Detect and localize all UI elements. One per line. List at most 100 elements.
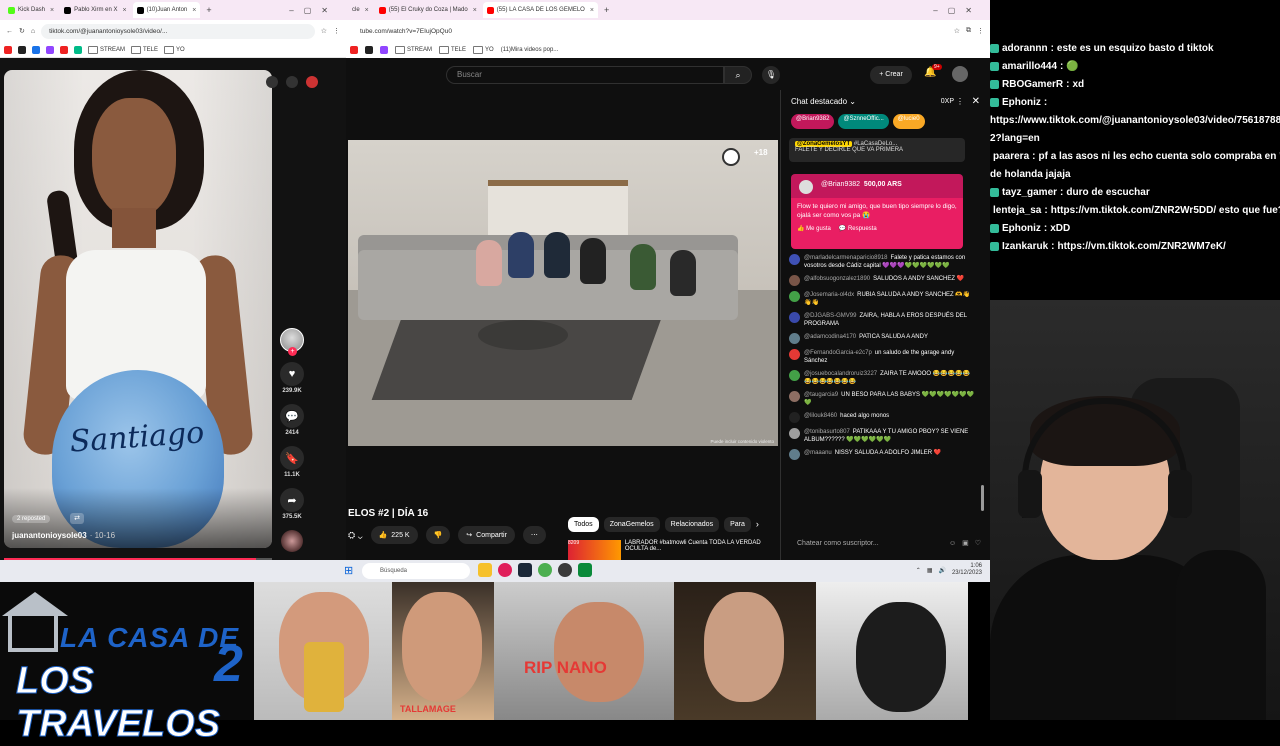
bookmark-folder-stream[interactable]: STREAM — [88, 46, 125, 54]
app-icon[interactable] — [578, 563, 592, 577]
bookmark-icon[interactable] — [74, 45, 82, 54]
tiktok-bookmark-icon[interactable] — [18, 45, 26, 54]
follow-icon[interactable]: + — [288, 347, 297, 356]
windows-start-icon[interactable]: ⊞ — [344, 564, 353, 577]
bookmark-folder-yo[interactable]: YO — [473, 46, 494, 54]
microphone-icon[interactable]: 🎙 — [762, 66, 780, 84]
tab-kick[interactable]: Kick Dash × — [4, 2, 58, 18]
obs-icon[interactable] — [558, 563, 572, 577]
super-chat-icon[interactable]: ▣ — [962, 539, 969, 547]
video-player[interactable]: +18 Puede incluir contenido violento — [348, 140, 778, 446]
chat-message[interactable]: @maaanu NISSY SALUDA A ADOLFO JIMLER ❤️ — [789, 449, 975, 460]
record-icon[interactable] — [306, 76, 318, 88]
network-icon[interactable]: ▦ — [927, 567, 933, 574]
taskbar-clock[interactable]: 1:06 23/12/2023 — [952, 563, 982, 577]
avatar[interactable] — [952, 66, 968, 82]
superchat-like-button[interactable]: 👍 Me gusta — [797, 225, 831, 234]
file-explorer-icon[interactable] — [478, 563, 492, 577]
bookmark-icon[interactable] — [32, 45, 40, 54]
more-button[interactable]: ⋯ — [522, 526, 546, 544]
comment-icon[interactable]: 💬 — [280, 404, 304, 428]
volume-icon[interactable]: 🔊 — [938, 567, 945, 574]
chat-message[interactable]: @taugarcia9 UN BESO PARA LAS BABYS 💚💚💚💚💚💚… — [789, 391, 975, 407]
chat-mode-select[interactable]: Chat destacado ⌄ — [791, 97, 856, 106]
author-avatar[interactable]: + — [280, 328, 304, 356]
window-controls[interactable]: –▢✕ — [289, 6, 346, 15]
share-button[interactable]: ↪ Compartir — [458, 526, 515, 544]
emoji-icon[interactable]: ☺ — [949, 540, 956, 547]
close-icon[interactable]: × — [122, 7, 126, 14]
repost-icon[interactable]: ⇄ — [70, 513, 84, 524]
bookmark-icon[interactable] — [60, 45, 68, 54]
more-icon[interactable]: ⋮ — [956, 97, 964, 106]
video-author[interactable]: juanantonioysole03 · 10-16 — [12, 531, 115, 540]
close-icon[interactable]: × — [473, 7, 477, 14]
reposted-badge[interactable]: 2 reposted — [12, 515, 51, 523]
home-icon[interactable]: ⌂ — [31, 28, 35, 35]
url-field[interactable]: tiktok.com/@juanantonioysole03/video/... — [41, 23, 315, 39]
ticker-item[interactable]: @lucie0 — [892, 114, 925, 129]
chat-message[interactable]: @lilouk8460 haced algo monos — [789, 412, 975, 423]
music-disc-icon[interactable] — [281, 530, 303, 552]
extensions-icon[interactable]: ⧉ — [966, 27, 971, 35]
menu-icon[interactable]: ⋮ — [333, 27, 340, 35]
new-tab-button[interactable]: + — [206, 5, 211, 15]
tab-youtube-gemelos[interactable]: (55) LA CASA DE LOS GEMELO × — [482, 2, 598, 18]
bookmark-folder-tele[interactable]: TELE — [439, 46, 466, 54]
star-icon[interactable]: ☆ — [954, 27, 960, 35]
reload-icon[interactable]: ↻ — [19, 27, 25, 35]
pip-icon[interactable] — [266, 76, 278, 88]
bookmark-mira-videos[interactable]: (11)Mira videos pop... — [501, 47, 559, 53]
chat-message[interactable]: @alfobsuogonzalez1890 SALUDOS A ANDY SANC… — [789, 275, 975, 286]
chrome-icon[interactable] — [538, 563, 552, 577]
chip-todos[interactable]: Todos — [568, 517, 599, 532]
bookmark-icon[interactable] — [350, 46, 358, 54]
search-input[interactable]: Buscar — [446, 66, 724, 84]
taskbar-search[interactable]: Búsqueda — [362, 563, 470, 579]
youtube-bookmark-icon[interactable] — [4, 45, 12, 54]
chat-message[interactable]: @FernandoGarcia-e2c7p un saludo de the ga… — [789, 349, 975, 365]
chat-message[interactable]: @DJGABS-GMV99 ZAIRA, HABLA A EROS DESPUÉS… — [789, 312, 975, 328]
tab-partial[interactable]: cle × — [348, 2, 373, 18]
chevron-right-icon[interactable]: › — [756, 517, 759, 532]
menu-icon[interactable]: ⋮ — [977, 27, 984, 35]
ticker-item[interactable]: @SznneOffic... — [838, 114, 889, 129]
search-icon[interactable]: ⌕ — [724, 66, 752, 84]
chat-message[interactable]: @adamcodina4170 PATICA SALUDA A ANDY — [789, 333, 975, 344]
recommended-video[interactable]: 8209 LABRADOR #batmowli Cuenta TODA LA V… — [568, 540, 778, 560]
like-icon[interactable]: ♥ — [280, 362, 304, 386]
window-controls[interactable]: –▢✕ — [933, 6, 990, 15]
back-icon[interactable]: ← — [6, 28, 13, 35]
close-icon[interactable]: × — [365, 7, 369, 14]
pinned-message[interactable]: @ZonaGemelosYT #LaCasaDeLo... FALETE Y D… — [789, 138, 965, 162]
close-icon[interactable]: ✕ — [972, 96, 980, 107]
bookmark-icon[interactable] — [380, 46, 388, 54]
heart-icon[interactable]: ♡ — [975, 539, 981, 547]
star-icon[interactable]: ☆ — [321, 27, 327, 35]
tab-youtube-cruky[interactable]: (55) El Cruky do Coza | Mado × — [375, 2, 481, 18]
bookmark-icon[interactable]: 🔖 — [280, 446, 304, 470]
chat-message[interactable]: @marladelcarmenaparicio8918 Falete y pati… — [789, 254, 975, 270]
bookmark-folder-yo[interactable]: YO — [164, 46, 185, 54]
chip-relacionados[interactable]: Relacionados — [664, 517, 720, 532]
close-icon[interactable]: × — [50, 7, 54, 14]
new-tab-button[interactable]: + — [604, 5, 609, 15]
chip-para[interactable]: Para — [724, 517, 751, 532]
chat-message[interactable]: @tonibasurto807 PATIKAAA Y TU AMIGO PBOY?… — [789, 428, 975, 444]
chat-input[interactable]: Chatear como suscriptor... — [797, 540, 943, 547]
bookmark-folder-stream[interactable]: STREAM — [395, 46, 432, 54]
live-icon[interactable]: ⛭ ⌄ — [348, 530, 363, 541]
create-button[interactable]: + Crear — [870, 66, 912, 84]
steam-icon[interactable] — [518, 563, 532, 577]
chip-zonagemelos[interactable]: ZonaGemelos — [603, 517, 660, 532]
like-button[interactable]: 👍 225 K — [370, 526, 418, 544]
share-icon[interactable]: ➦ — [280, 488, 304, 512]
more-icon[interactable] — [286, 76, 298, 88]
tab-tiktok[interactable]: (10)Juan Anton × — [132, 2, 201, 18]
close-icon[interactable]: × — [192, 7, 196, 14]
app-icon[interactable] — [498, 563, 512, 577]
twitch-bookmark-icon[interactable] — [46, 45, 54, 54]
bookmark-icon[interactable] — [365, 46, 373, 54]
chat-message[interactable]: @josuebocalandroruiz3227 ZAIRA TE AMOOO 😂… — [789, 370, 975, 386]
tiktok-video[interactable]: Santiago 2 reposted ⇄ juanantonioysole03… — [4, 70, 272, 548]
